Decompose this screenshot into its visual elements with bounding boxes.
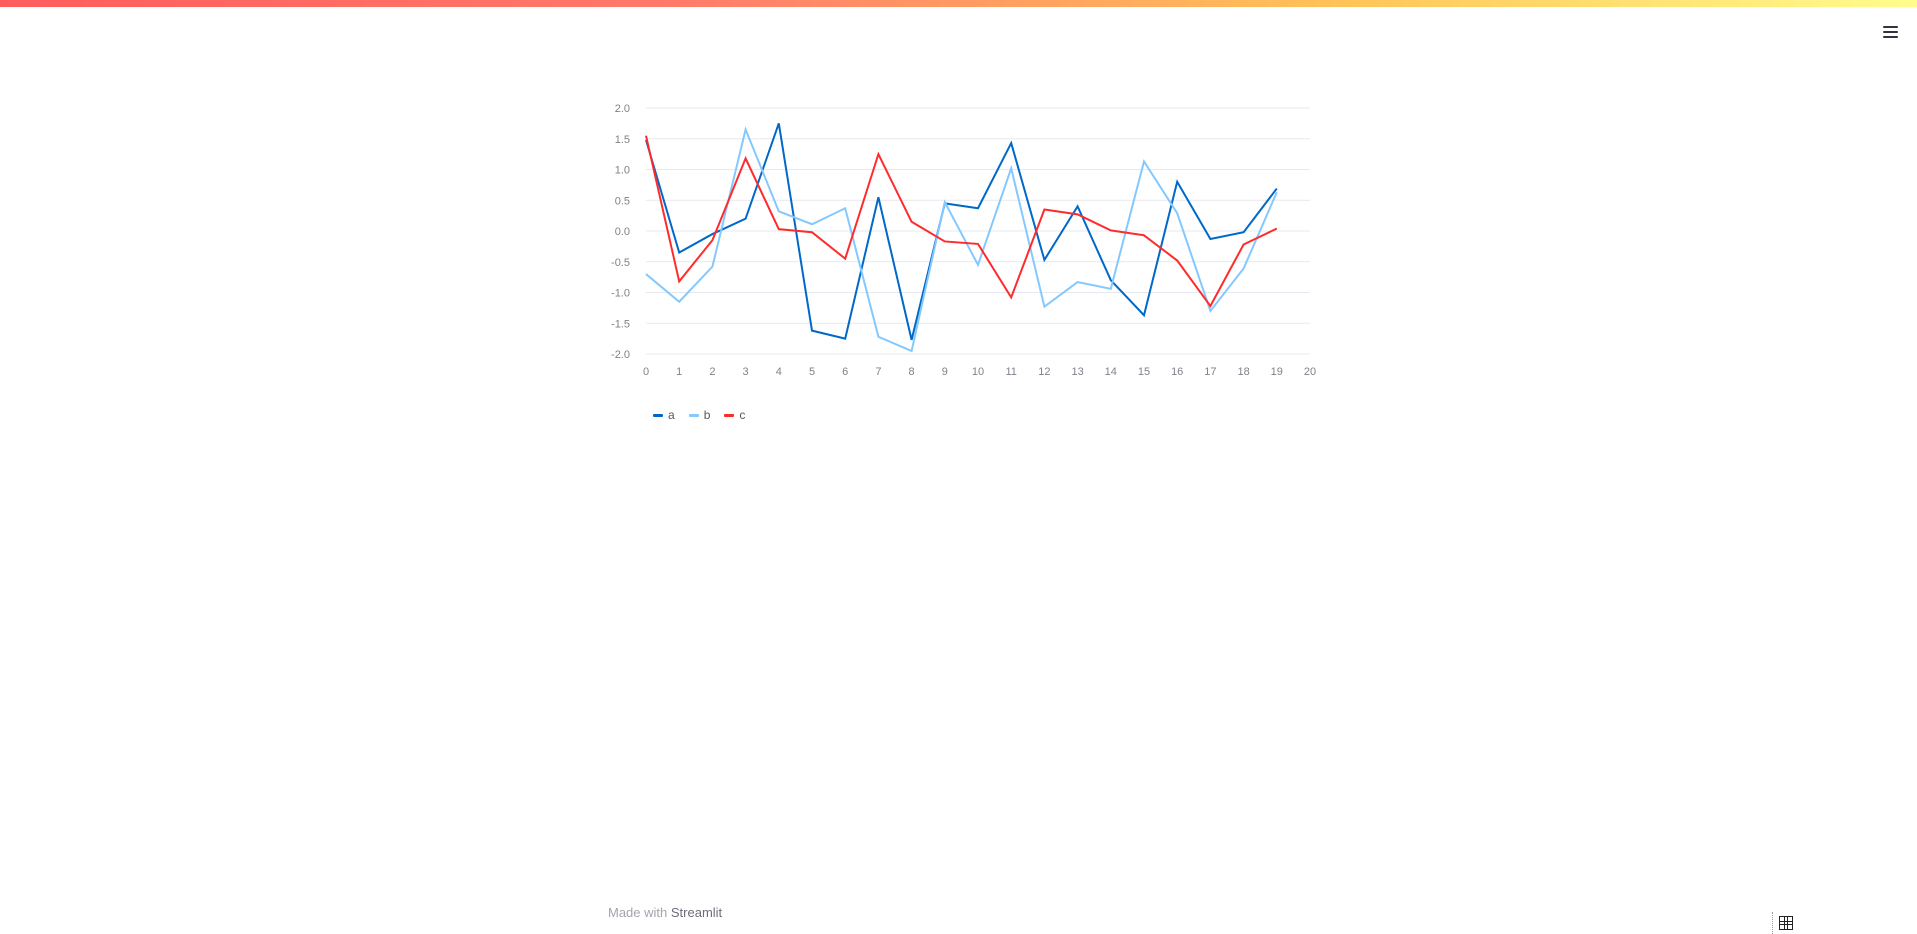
legend-label: a <box>668 408 675 422</box>
x-tick-label: 17 <box>1204 366 1216 378</box>
grid-icon <box>1779 916 1793 930</box>
x-tick-label: 7 <box>875 366 881 378</box>
status-widget[interactable] <box>1772 912 1799 934</box>
x-tick-label: 9 <box>942 366 948 378</box>
legend-swatch <box>653 413 663 417</box>
x-tick-label: 19 <box>1271 366 1283 378</box>
y-tick-label: -0.5 <box>611 257 630 269</box>
x-tick-label: 20 <box>1304 366 1316 378</box>
legend-item-b[interactable]: b <box>688 408 711 422</box>
y-tick-label: -1.5 <box>611 318 630 330</box>
line-chart[interactable]: 2.0 1.5 1.0 0.5 0.0 -0.5 -1.0 -1.5 -2.0 0 1 2 3 4 5 6 7 8… <box>600 90 1320 430</box>
footer-streamlit-link[interactable]: Streamlit <box>671 905 722 920</box>
x-tick-label: 2 <box>709 366 715 378</box>
series-line-b <box>645 126 1278 353</box>
x-tick-label: 13 <box>1071 366 1083 378</box>
x-tick-label: 11 <box>1005 366 1016 378</box>
top-decoration-bar <box>0 0 1917 7</box>
x-tick-label: 14 <box>1105 366 1117 378</box>
x-tick-label: 5 <box>809 366 815 378</box>
chart-legend: a b c <box>653 408 745 422</box>
line-chart-svg: 2.01.51.00.50.0-0.5-1.0-1.5-2.00 1 2 3 4 5 6 7 8… <box>611 103 1316 378</box>
legend-item-a[interactable]: a <box>653 408 675 422</box>
x-tick-label: 10 <box>972 366 984 378</box>
hamburger-menu-icon[interactable] <box>1876 20 1904 44</box>
menu-line <box>1882 26 1898 28</box>
x-tick-label: 18 <box>1237 366 1249 378</box>
x-tick-label: 0 <box>643 366 649 378</box>
y-tick-label: 0.5 <box>615 195 630 207</box>
x-tick-label: 6 <box>842 366 848 378</box>
y-tick-label: 0.0 <box>615 226 630 238</box>
x-tick-label: 4 <box>776 366 782 378</box>
footer: Made with Streamlit <box>608 905 722 920</box>
y-tick-label: 2.0 <box>615 103 630 115</box>
x-tick-label: 1 <box>676 366 682 378</box>
legend-swatch <box>688 413 699 417</box>
legend-item-c[interactable]: c <box>724 408 745 422</box>
legend-swatch <box>724 413 735 417</box>
y-tick-label: -2.0 <box>611 349 630 361</box>
x-tick-label: 12 <box>1038 366 1050 378</box>
x-tick-label: 8 <box>909 366 915 378</box>
menu-line <box>1882 36 1898 38</box>
x-tick-label: 16 <box>1171 366 1183 378</box>
legend-label: c <box>739 408 746 422</box>
y-tick-label: -1.0 <box>611 288 630 300</box>
footer-prefix: Made with <box>608 905 668 920</box>
x-tick-label: 15 <box>1138 366 1150 378</box>
y-tick-label: 1.0 <box>615 165 630 177</box>
x-tick-label: 3 <box>743 366 749 378</box>
menu-line <box>1882 31 1898 33</box>
legend-label: b <box>703 408 711 422</box>
y-tick-label: 1.5 <box>615 134 630 146</box>
